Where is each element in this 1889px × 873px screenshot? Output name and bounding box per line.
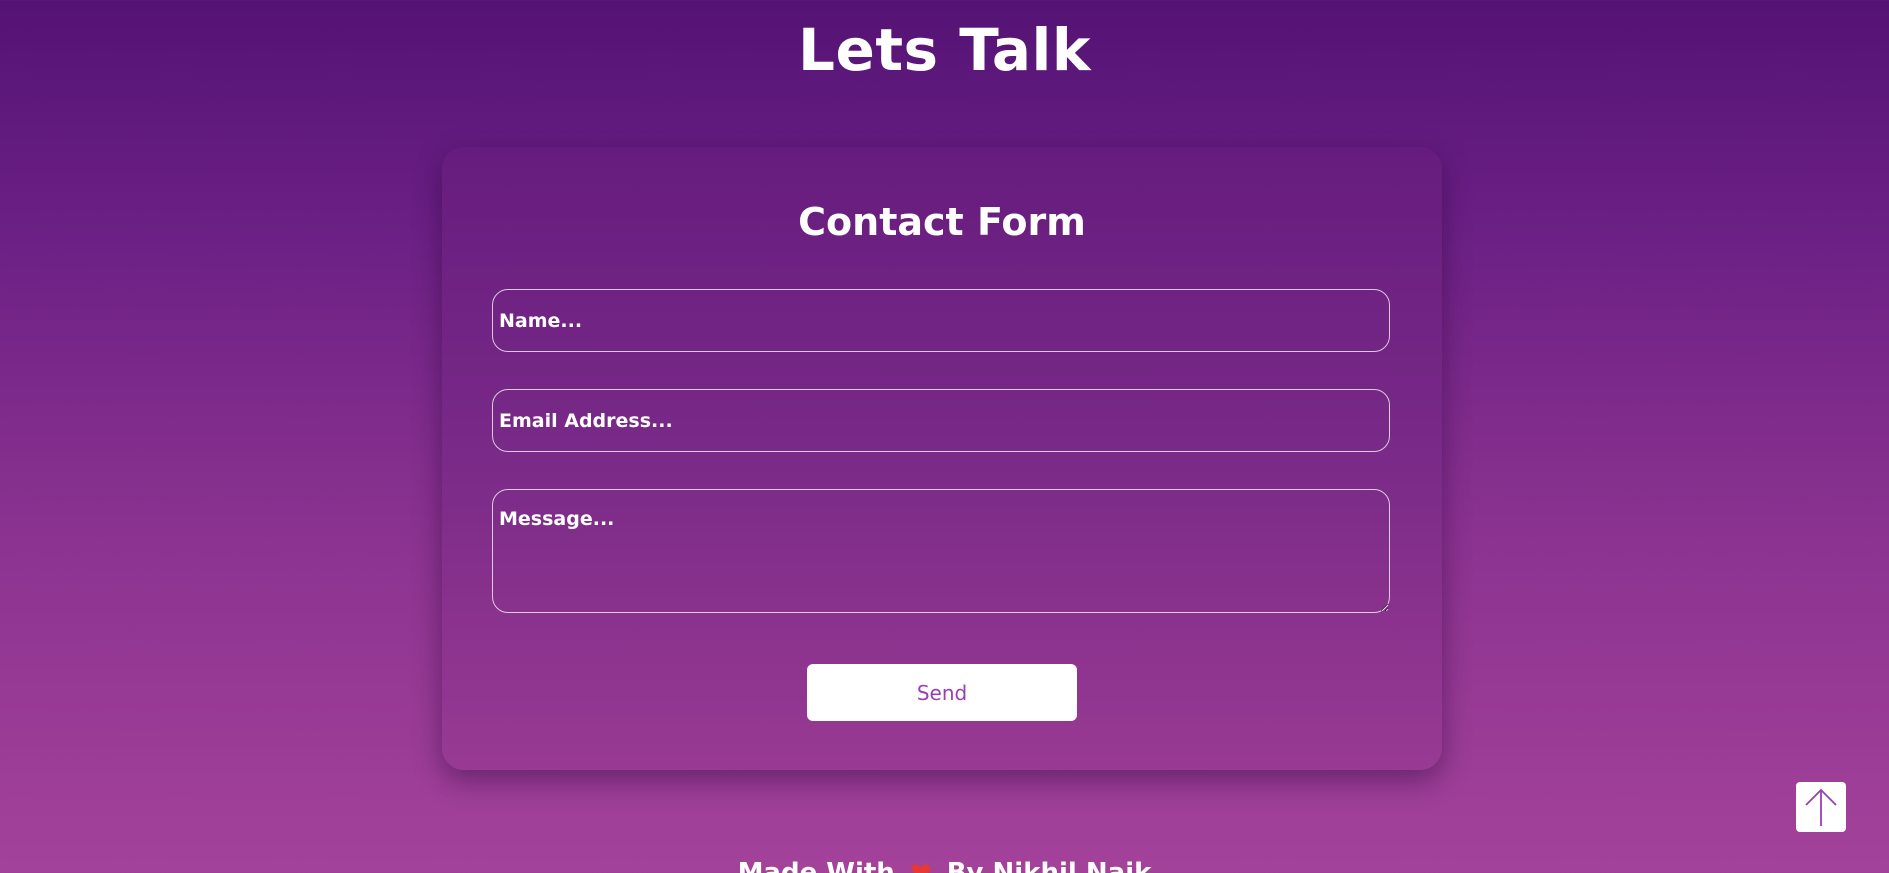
name-input[interactable] <box>492 289 1390 352</box>
email-input[interactable] <box>492 389 1390 452</box>
message-textarea[interactable] <box>492 489 1390 613</box>
footer-author: By Nikhil Naik <box>946 858 1152 873</box>
form-title: Contact Form <box>798 200 1086 244</box>
scroll-to-top-button[interactable] <box>1796 782 1846 832</box>
page-title: Lets Talk <box>798 16 1091 84</box>
contact-form-card: Contact Form Send <box>442 147 1442 770</box>
footer-made-with: Made With <box>737 858 895 873</box>
heart-icon: ❤ <box>909 858 932 873</box>
arrow-up-icon <box>1805 788 1837 826</box>
footer-credit: Made With ❤ By Nikhil Naik <box>0 856 1889 873</box>
send-button[interactable]: Send <box>807 664 1077 721</box>
